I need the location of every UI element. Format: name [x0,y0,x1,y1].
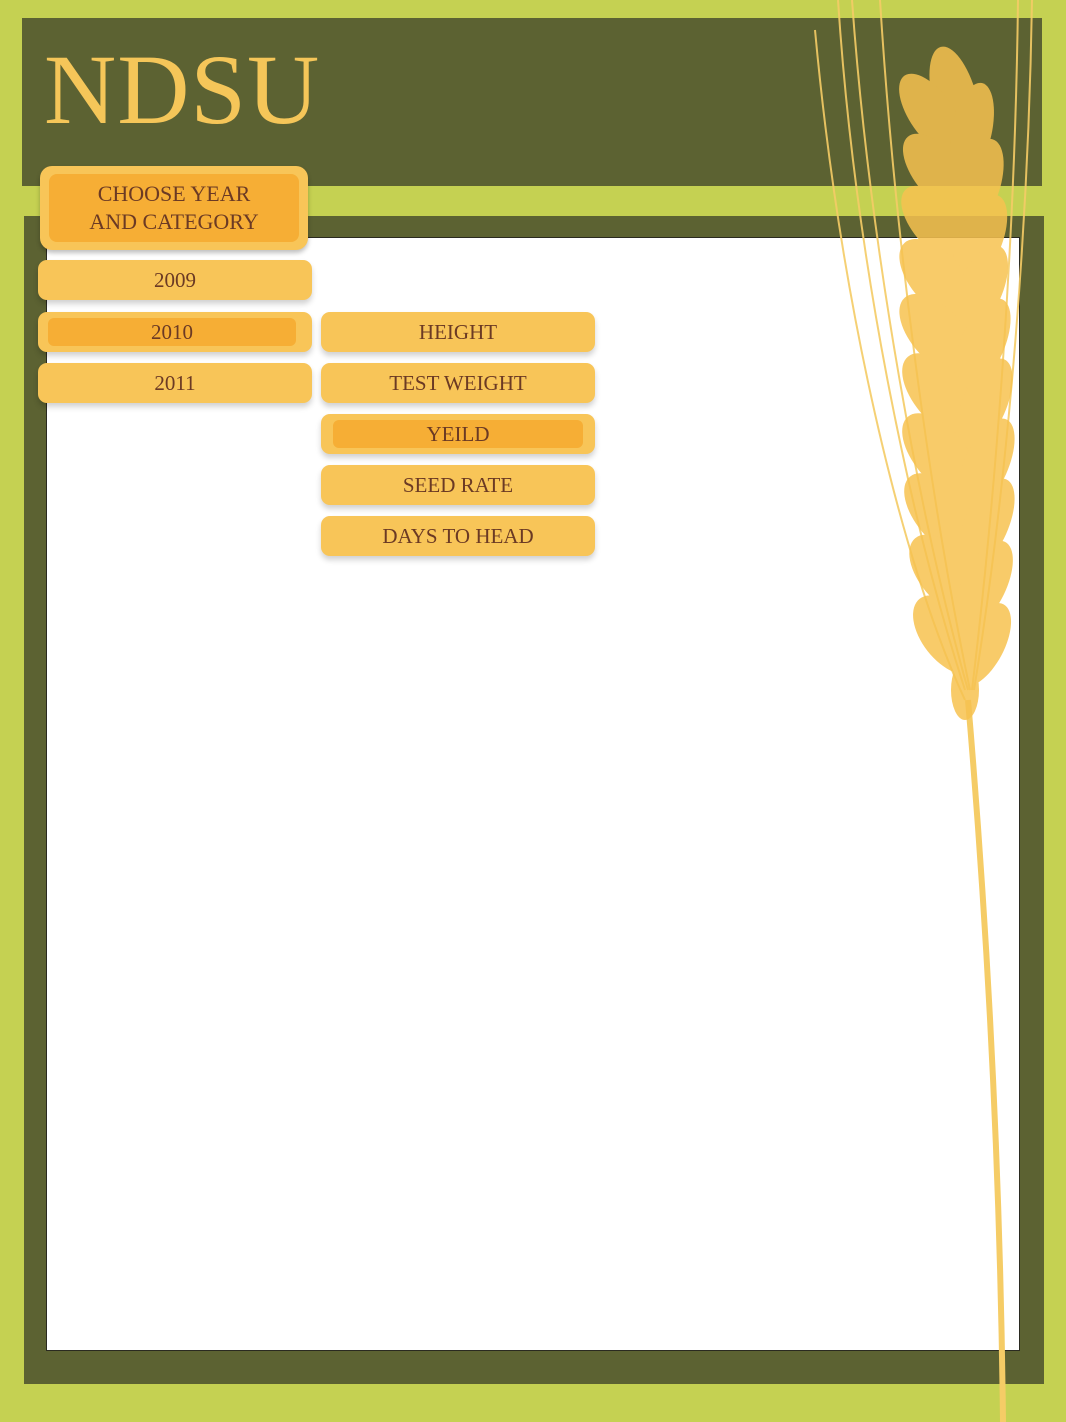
year-button-2010[interactable]: 2010 [38,312,312,352]
content-panel [46,237,1020,1351]
chooser-line-2: AND CATEGORY [89,209,259,234]
category-button-seed-rate[interactable]: SEED RATE [321,465,595,505]
year-button-2011[interactable]: 2011 [38,363,312,403]
category-button-height[interactable]: HEIGHT [321,312,595,352]
ndsu-logo: NDSU [44,34,321,145]
chooser-line-1: CHOOSE YEAR [97,181,251,206]
year-button-label: 2011 [154,371,196,395]
year-button-label: 2009 [154,268,196,292]
year-button-selected-highlight: 2010 [48,318,296,346]
category-button-label: HEIGHT [418,320,498,344]
year-button-label: 2010 [151,320,193,344]
category-button-label: DAYS TO HEAD [382,524,534,548]
year-button-2009[interactable]: 2009 [38,260,312,300]
choose-year-category-header: CHOOSE YEAR AND CATEGORY [40,166,308,250]
category-button-label: YEILD [426,422,490,446]
category-button-selected-highlight: YEILD [333,420,583,448]
category-button-days-to-head[interactable]: DAYS TO HEAD [321,516,595,556]
category-button-yeild[interactable]: YEILD [321,414,595,454]
category-button-test-weight[interactable]: TEST WEIGHT [321,363,595,403]
category-button-label: TEST WEIGHT [389,371,527,395]
category-button-label: SEED RATE [402,473,514,497]
choose-year-category-label: CHOOSE YEAR AND CATEGORY [49,174,299,242]
